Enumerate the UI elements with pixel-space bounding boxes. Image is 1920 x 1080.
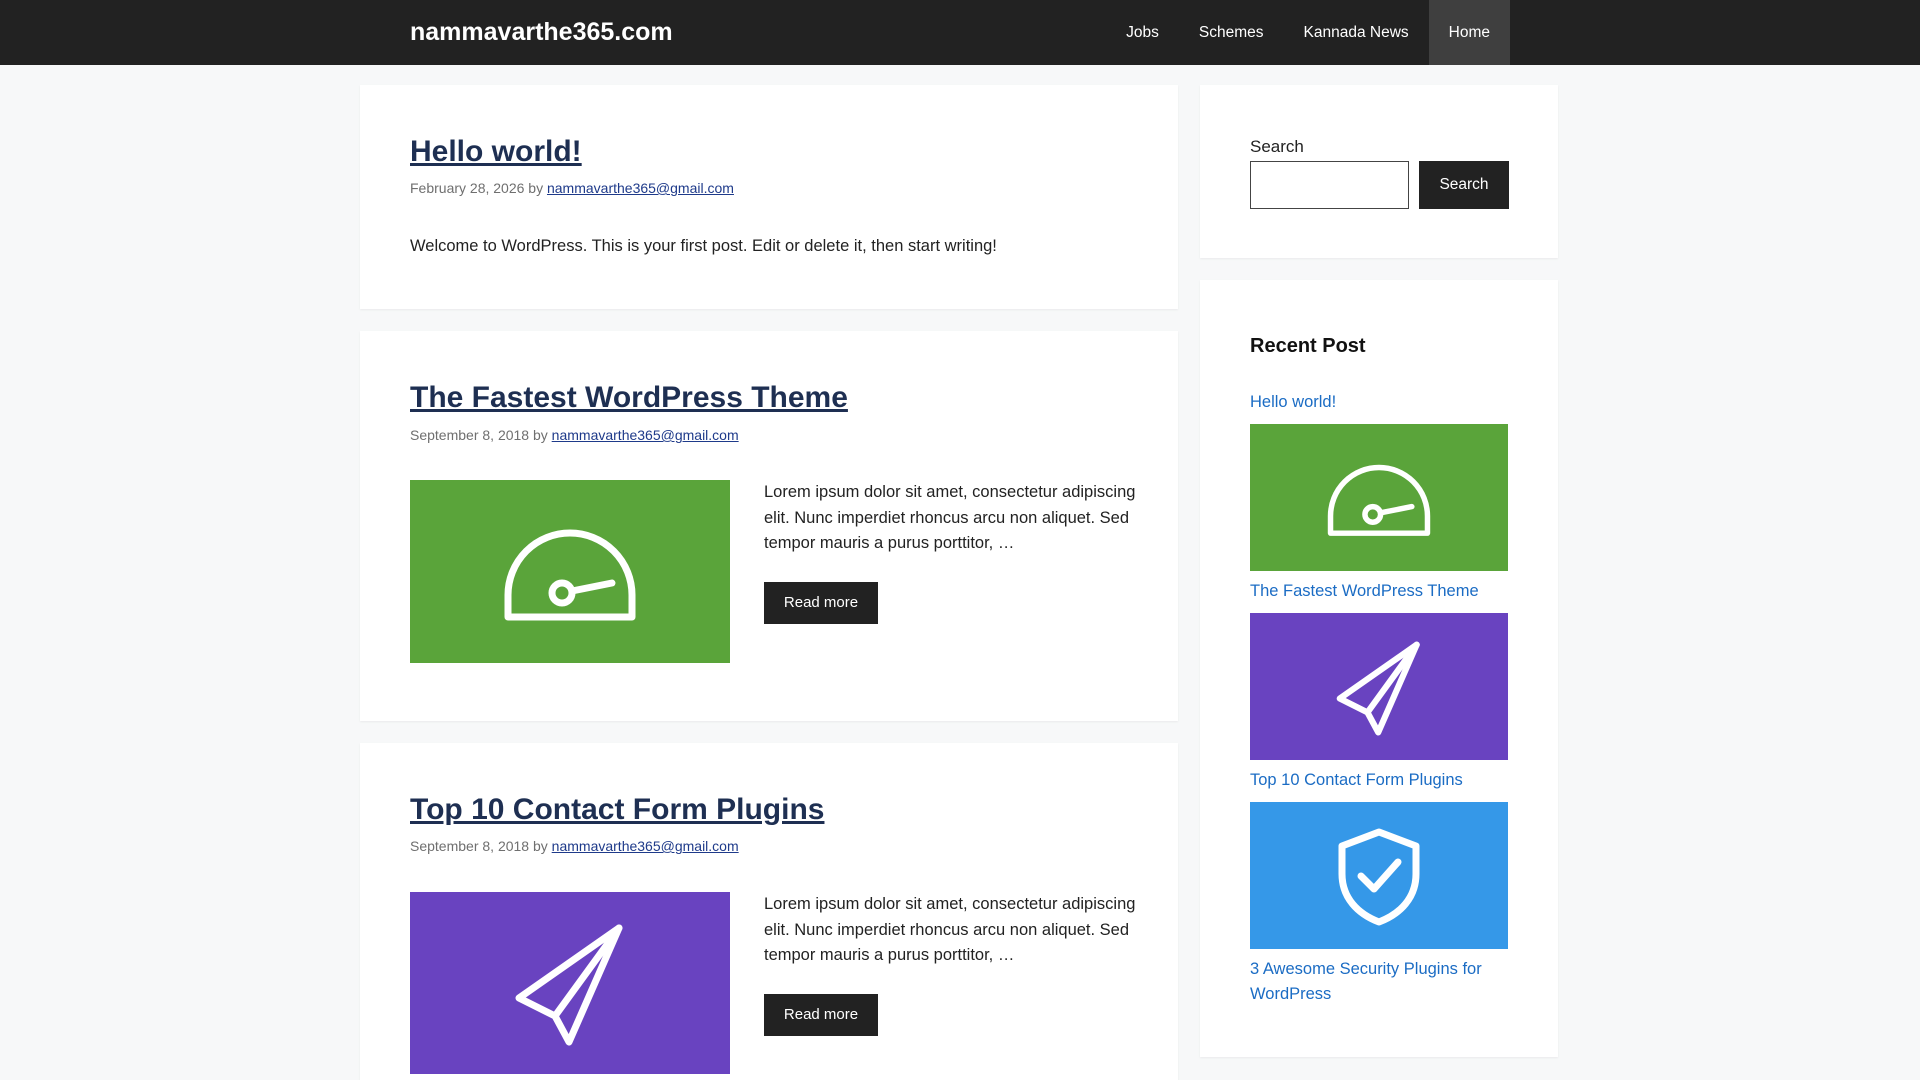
primary-nav: Jobs Schemes Kannada News Home xyxy=(1106,0,1510,65)
post-content: Welcome to WordPress. This is your first… xyxy=(410,237,997,255)
post-title-link[interactable]: Hello world! xyxy=(410,135,582,169)
paper-plane-icon xyxy=(515,924,623,1046)
recent-post-thumbnail[interactable] xyxy=(1250,424,1508,571)
post-author-link[interactable]: nammavarthe365@gmail.com xyxy=(547,180,734,196)
recent-post-link[interactable]: 3 Awesome Security Plugins for WordPress xyxy=(1250,957,1508,1007)
post-meta: September 8, 2018 by nammavarthe365@gmai… xyxy=(410,427,739,443)
search-label: Search xyxy=(1250,137,1304,156)
nav-item-schemes[interactable]: Schemes xyxy=(1179,0,1284,65)
post-date: September 8, 2018 xyxy=(410,838,530,854)
paper-plane-icon xyxy=(1336,641,1420,735)
speedometer-icon xyxy=(504,529,636,620)
post-card: Top 10 Contact Form Plugins September 8,… xyxy=(360,743,1178,1080)
search-widget: Search Search xyxy=(1200,85,1558,258)
recent-post-link[interactable]: The Fastest WordPress Theme xyxy=(1250,579,1508,604)
nav-item-home[interactable]: Home xyxy=(1428,0,1510,65)
recent-posts-widget: Recent Post Hello world! The Fastest Wor… xyxy=(1200,280,1558,1057)
post-meta: February 28, 2026 by nammavarthe365@gmai… xyxy=(410,180,734,196)
recent-post-thumbnail[interactable] xyxy=(1250,613,1508,760)
search-input[interactable] xyxy=(1250,161,1409,209)
recent-post-link[interactable]: Top 10 Contact Form Plugins xyxy=(1250,768,1508,793)
nav-item-kannada-news[interactable]: Kannada News xyxy=(1284,0,1429,65)
widget-title: Recent Post xyxy=(1250,335,1366,357)
post-by: by xyxy=(528,180,544,196)
post-excerpt: Lorem ipsum dolor sit amet, consectetur … xyxy=(764,483,1136,552)
post-author-link[interactable]: nammavarthe365@gmail.com xyxy=(552,427,739,443)
read-more-button[interactable]: Read more xyxy=(764,994,878,1036)
nav-item-jobs[interactable]: Jobs xyxy=(1106,0,1179,65)
recent-post-link[interactable]: Hello world! xyxy=(1250,390,1508,415)
post-title-link[interactable]: Top 10 Contact Form Plugins xyxy=(410,793,824,827)
post-by: by xyxy=(532,427,548,443)
recent-post-thumbnail[interactable] xyxy=(1250,802,1508,949)
post-thumbnail[interactable] xyxy=(410,480,730,663)
shield-check-icon xyxy=(1338,828,1420,925)
search-button[interactable]: Search xyxy=(1419,161,1509,209)
post-excerpt: Lorem ipsum dolor sit amet, consectetur … xyxy=(764,895,1136,964)
read-more-button[interactable]: Read more xyxy=(764,582,878,624)
post-card: The Fastest WordPress Theme September 8,… xyxy=(360,331,1178,721)
site-title-link[interactable]: nammavarthe365.com xyxy=(410,0,673,65)
post-card: Hello world! February 28, 2026 by nammav… xyxy=(360,85,1178,309)
post-thumbnail[interactable] xyxy=(410,892,730,1074)
post-by: by xyxy=(532,838,548,854)
post-title-link[interactable]: The Fastest WordPress Theme xyxy=(410,381,848,415)
speedometer-icon xyxy=(1327,464,1431,536)
post-author-link[interactable]: nammavarthe365@gmail.com xyxy=(552,838,739,854)
post-meta: September 8, 2018 by nammavarthe365@gmai… xyxy=(410,838,739,854)
post-date: February 28, 2026 xyxy=(410,180,525,196)
post-date: September 8, 2018 xyxy=(410,427,530,443)
site-header: nammavarthe365.com Jobs Schemes Kannada … xyxy=(0,0,1920,65)
